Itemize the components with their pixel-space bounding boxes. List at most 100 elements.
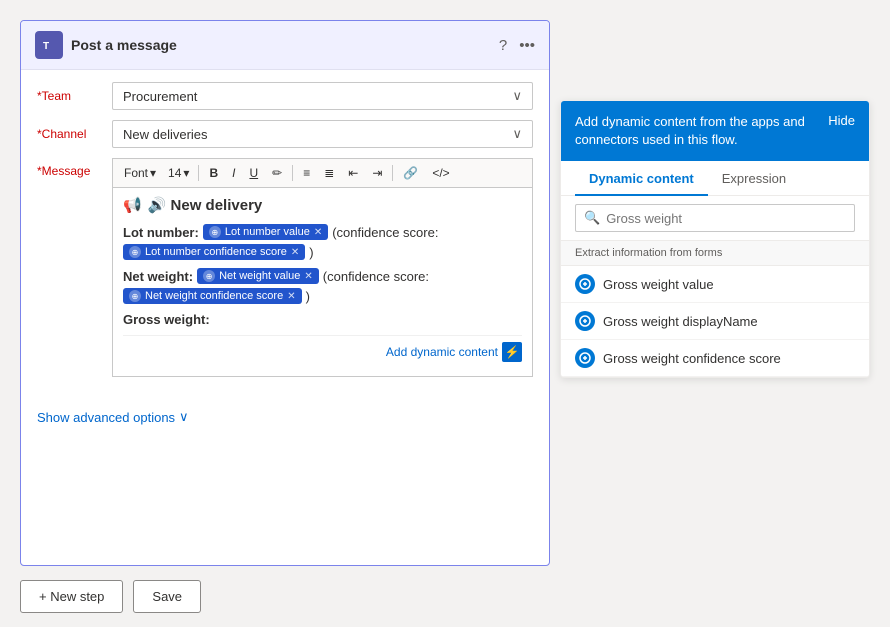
lot-number-line: Lot number: ⊕ Lot number value ✕ (confid… [123,224,522,240]
dynamic-panel-header-text: Add dynamic content from the apps and co… [575,113,818,149]
gross-weight-label: Gross weight: [123,312,210,327]
gross-weight-line: Gross weight: [123,312,522,327]
link-button[interactable]: 🔗 [397,163,424,183]
highlight-button[interactable]: ✏ [266,163,288,183]
panel-section-header: Extract information from forms [561,241,869,266]
tab-expression[interactable]: Expression [708,161,800,196]
bold-button[interactable]: B [203,163,224,183]
toolbar-separator-2 [292,165,293,181]
card-body: *Team Procurement ∨ *Channel New deliver… [21,70,549,399]
list-item[interactable]: Gross weight confidence score [561,340,869,377]
font-size-selector[interactable]: 14 ▾ [163,163,194,183]
more-options-icon[interactable]: ••• [519,37,535,54]
save-button[interactable]: Save [133,580,201,613]
team-chevron-icon: ∨ [512,88,522,104]
net-weight-tag-icon: ⊕ [203,270,215,282]
lot-number-tag[interactable]: ⊕ Lot number value ✕ [203,224,328,240]
new-step-button[interactable]: + New step [20,580,123,613]
message-row: *Message Font ▾ 14 ▾ B I [37,158,533,377]
lot-confidence-tag-icon: ⊕ [129,246,141,258]
indent-decrease-button[interactable]: ⇤ [342,163,364,183]
team-label: *Team [37,89,112,103]
card-header-left: T Post a message [35,31,177,59]
underline-button[interactable]: U [243,163,264,183]
team-value: Procurement [123,89,197,104]
close-bracket-2: ) [306,289,310,304]
panel-tabs: Dynamic content Expression [561,161,869,196]
editor-heading: 📢 🔊 New delivery [123,196,522,214]
post-message-card: T Post a message ? ••• *Team Procurement… [20,20,550,566]
help-icon[interactable]: ? [499,37,507,54]
net-weight-label: Net weight: [123,269,193,284]
net-weight-tag-close[interactable]: ✕ [304,271,312,282]
net-confidence-line: ⊕ Net weight confidence score ✕ ) [123,288,522,304]
item-icon-0 [575,274,595,294]
message-label: *Message [37,158,112,178]
font-size-value: 14 [168,166,181,180]
channel-chevron-icon: ∨ [512,126,522,142]
card-title: Post a message [71,37,177,53]
right-panel: Add dynamic content from the apps and co… [560,20,870,566]
lot-number-tag-close[interactable]: ✕ [314,227,322,238]
search-input[interactable] [606,211,846,226]
toolbar-separator-1 [198,165,199,181]
show-advanced-chevron-icon: ∨ [179,409,189,425]
net-confidence-tag[interactable]: ⊕ Net weight confidence score ✕ [123,288,302,304]
toolbar-separator-3 [392,165,393,181]
code-button[interactable]: </> [426,163,455,183]
font-chevron-icon: ▾ [150,166,156,180]
font-size-chevron-icon: ▾ [183,166,189,180]
net-weight-tag[interactable]: ⊕ Net weight value ✕ [197,268,319,284]
card-header: T Post a message ? ••• [21,21,549,70]
search-box: 🔍 [575,204,855,232]
team-dropdown[interactable]: Procurement ∨ [112,82,533,110]
lot-number-tag-icon: ⊕ [209,226,221,238]
search-icon: 🔍 [584,210,600,226]
italic-button[interactable]: I [226,163,241,183]
indent-increase-button[interactable]: ⇥ [366,163,388,183]
editor-toolbar: Font ▾ 14 ▾ B I U ✏ ≡ [112,158,533,187]
font-selector[interactable]: Font ▾ [119,163,161,183]
lot-confidence-tag-close[interactable]: ✕ [291,247,299,258]
card-header-icons: ? ••• [499,37,535,54]
list-item[interactable]: Gross weight value [561,266,869,303]
bottom-bar: + New step Save [0,566,890,627]
net-confidence-tag-icon: ⊕ [129,290,141,302]
panel-search: 🔍 [561,196,869,241]
lot-number-label: Lot number: [123,225,199,240]
item-icon-1 [575,311,595,331]
lot-confidence-tag[interactable]: ⊕ Lot number confidence score ✕ [123,244,305,260]
unordered-list-button[interactable]: ≣ [318,163,340,183]
net-confidence-text: (confidence score: [323,269,429,284]
channel-label: *Channel [37,127,112,141]
svg-text:T: T [43,41,49,52]
add-dynamic-link[interactable]: Add dynamic content [386,345,498,359]
net-confidence-tag-close[interactable]: ✕ [287,291,295,302]
megaphone-icon: 📢 [123,196,142,214]
lot-confidence-line: ⊕ Lot number confidence score ✕ ) [123,244,522,260]
item-label-0: Gross weight value [603,277,714,292]
ordered-list-button[interactable]: ≡ [297,163,316,183]
dynamic-content-panel: Add dynamic content from the apps and co… [560,100,870,378]
add-dynamic-row: Add dynamic content ⚡ [123,335,522,364]
net-weight-line: Net weight: ⊕ Net weight value ✕ (confid… [123,268,522,284]
close-bracket-1: ) [309,245,313,260]
dynamic-panel-header: Add dynamic content from the apps and co… [561,101,869,161]
font-label: Font [124,166,148,180]
hide-button[interactable]: Hide [828,113,855,128]
list-item[interactable]: Gross weight displayName [561,303,869,340]
team-row: *Team Procurement ∨ [37,82,533,110]
channel-dropdown[interactable]: New deliveries ∨ [112,120,533,148]
channel-value: New deliveries [123,127,208,142]
teams-logo: T [35,31,63,59]
add-dynamic-button[interactable]: ⚡ [502,342,522,362]
editor-content[interactable]: 📢 🔊 New delivery Lot number: ⊕ Lot numbe… [112,187,533,377]
editor-container: Font ▾ 14 ▾ B I U ✏ ≡ [112,158,533,377]
panel-items-container: Gross weight value Gross weight displayN… [561,266,869,377]
tab-dynamic-content[interactable]: Dynamic content [575,161,708,196]
confidence-text: (confidence score: [332,225,438,240]
item-icon-2 [575,348,595,368]
item-label-2: Gross weight confidence score [603,351,781,366]
channel-row: *Channel New deliveries ∨ [37,120,533,148]
show-advanced-options[interactable]: Show advanced options ∨ [21,399,549,435]
